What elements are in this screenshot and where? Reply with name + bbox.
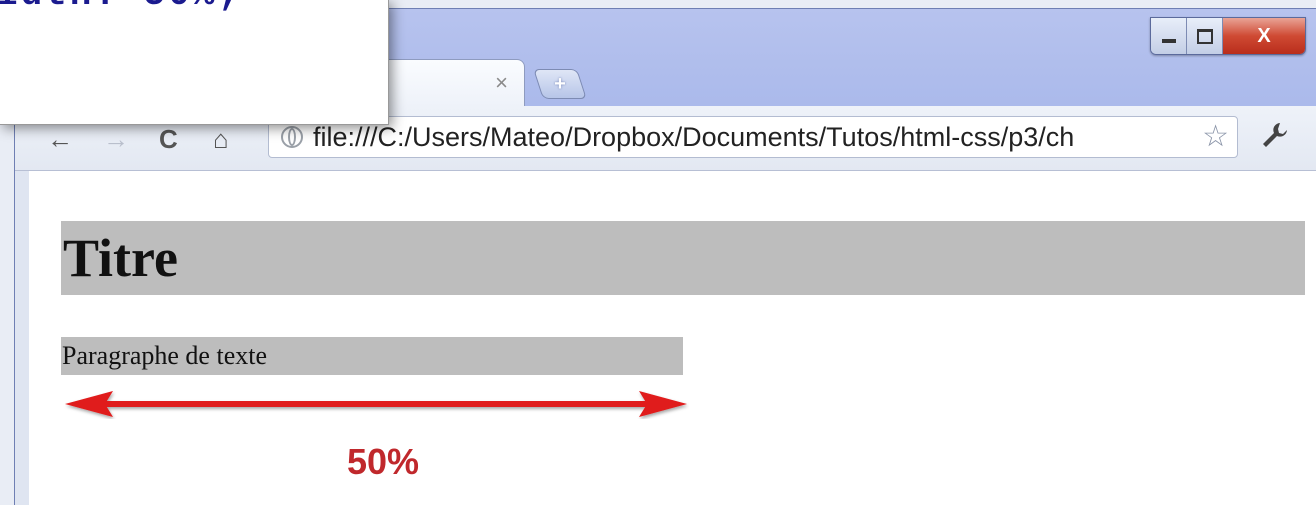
css-code-line: idth: 50%; — [0, 0, 242, 15]
width-percent-label: 50% — [347, 441, 420, 482]
close-window-button[interactable]: X — [1223, 18, 1305, 54]
page-heading: Titre — [63, 228, 178, 288]
back-arrow-icon[interactable]: ← — [47, 124, 73, 155]
window-controls: X — [1150, 17, 1306, 55]
minimize-icon — [1161, 39, 1176, 43]
browser-tab[interactable]: × — [375, 59, 525, 107]
page-viewport: Titre Paragraphe de texte 50% — [15, 171, 1316, 505]
paragraph-block: Paragraphe de texte — [61, 337, 683, 375]
home-icon[interactable]: ⌂ — [213, 124, 229, 155]
star-icon[interactable]: ☆ — [1202, 119, 1229, 154]
wrench-icon-svg — [1263, 123, 1287, 147]
width-arrow-shape — [65, 391, 687, 417]
maximize-icon — [1196, 28, 1213, 44]
width-arrow — [65, 391, 687, 417]
tab-close-icon[interactable]: × — [495, 70, 508, 96]
new-tab-button[interactable]: + — [533, 69, 587, 99]
maximize-button[interactable] — [1187, 18, 1223, 54]
paragraph-text: Paragraphe de texte — [62, 341, 268, 370]
plus-icon: + — [554, 72, 566, 95]
globe-icon — [281, 126, 303, 148]
close-icon: X — [1257, 24, 1271, 47]
wrench-icon[interactable] — [1260, 120, 1290, 157]
minimize-button[interactable] — [1151, 18, 1187, 54]
address-bar[interactable]: file:///C:/Users/Mateo/Dropbox/Documents… — [268, 116, 1238, 158]
url-text[interactable]: file:///C:/Users/Mateo/Dropbox/Documents… — [313, 122, 1181, 153]
heading-block: Titre — [61, 221, 1305, 295]
reload-icon[interactable]: C — [159, 124, 178, 155]
code-editor-window: idth: 50%; — [0, 0, 389, 125]
forward-arrow-icon[interactable]: → — [103, 124, 129, 155]
